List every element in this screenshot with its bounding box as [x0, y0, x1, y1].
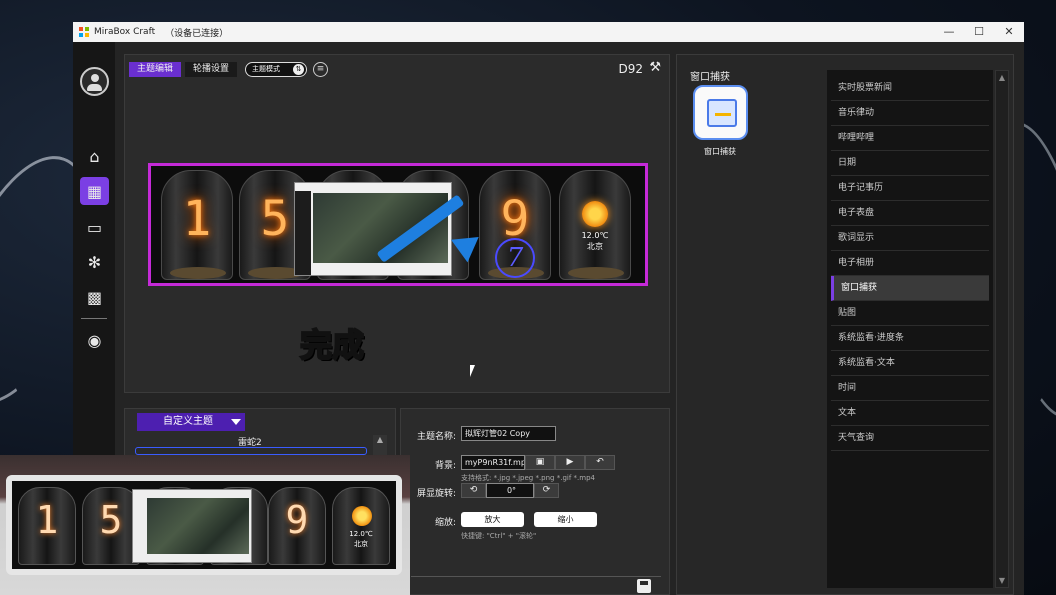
- scroll-up-icon[interactable]: ▲: [996, 73, 1008, 82]
- rotate-left-icon[interactable]: ⟲: [461, 483, 486, 498]
- rotate-right-icon[interactable]: ⟳: [534, 483, 559, 498]
- device-photo-overlay: 1 5 9 12.0℃ 北京: [0, 455, 410, 595]
- list-item[interactable]: 贴图: [831, 301, 989, 326]
- video-icon[interactable]: ▶: [555, 455, 585, 470]
- zoom-shortcut-hint: 快捷键: "Ctrl" + "滚轮": [461, 532, 537, 540]
- theme-name-input[interactable]: 拟辉灯管02 Copy: [461, 426, 556, 441]
- device-weather-temperature: 12.0℃: [349, 530, 373, 538]
- list-item[interactable]: 窗口捕获: [831, 276, 989, 301]
- title-bar: MiraBox Craft （设备已连接） — ☐ ✕: [73, 22, 1024, 42]
- close-icon[interactable]: ✕: [994, 22, 1024, 42]
- theme-editor-panel: 主题编辑 轮播设置 主题模式 ⇅ ≡ D92 ⚒ 1 5 9 12.0℃ 北京: [124, 54, 670, 393]
- theme-settings-panel: 主题名称: 拟辉灯管02 Copy 背景: myP9nR31f.mp4 ▣ ▶ …: [400, 408, 670, 595]
- chevron-down-icon: [231, 419, 241, 425]
- annotation-done-text: 完成: [299, 325, 365, 365]
- device-tube-5: 9: [268, 487, 326, 565]
- zoom-label: 缩放:: [435, 518, 457, 528]
- rotation-label: 屏显旋转:: [417, 489, 457, 499]
- capture-sidebar: [295, 191, 311, 275]
- list-item[interactable]: 时间: [831, 376, 989, 401]
- list-item[interactable]: 哔哩哔哩: [831, 126, 989, 151]
- weather-city: 北京: [587, 242, 603, 251]
- rotation-value: 0°: [486, 483, 534, 498]
- divider: [411, 576, 661, 577]
- widget-list-scrollbar[interactable]: ▲ ▼: [995, 70, 1009, 588]
- capture-app-label: 窗口捕获: [704, 147, 736, 156]
- list-item[interactable]: 音乐律动: [831, 101, 989, 126]
- toggle-knob-icon: ⇅: [293, 64, 304, 75]
- widgets-icon[interactable]: ▩: [80, 283, 109, 311]
- list-item[interactable]: 系统监看·文本: [831, 351, 989, 376]
- mouse-cursor: [470, 365, 475, 377]
- sun-icon: [582, 201, 608, 227]
- background-label: 背景:: [435, 461, 457, 471]
- tube-base: [568, 267, 624, 279]
- custom-theme-dropdown[interactable]: 自定义主题: [137, 413, 245, 431]
- sidebar-divider: [81, 318, 107, 319]
- device-weather-tube: 12.0℃ 北京: [332, 487, 390, 565]
- device-tube-digit: 5: [99, 498, 123, 542]
- window-capture-app-icon[interactable]: [693, 85, 748, 140]
- list-item[interactable]: 电子相册: [831, 251, 989, 276]
- sun-icon: [352, 506, 372, 526]
- list-item[interactable]: 天气查询: [831, 426, 989, 451]
- widget-panel: 窗口捕获 窗口捕获 实时股票新闻 音乐律动 哔哩哔哩 日期 电子记事历 电子表盘…: [676, 54, 1014, 595]
- theme-mode-label: 主题模式: [252, 65, 280, 73]
- nixie-tube-1: 1: [161, 170, 233, 280]
- list-item[interactable]: 电子表盘: [831, 201, 989, 226]
- list-item[interactable]: 文本: [831, 401, 989, 426]
- device-weather-city: 北京: [354, 540, 368, 548]
- undo-icon[interactable]: ↶: [585, 455, 615, 470]
- physical-device-screen: 1 5 9 12.0℃ 北京: [6, 475, 402, 575]
- list-item[interactable]: 实时股票新闻: [831, 76, 989, 101]
- scroll-down-icon[interactable]: ▼: [996, 576, 1008, 585]
- device-tube-digit: 9: [285, 498, 309, 542]
- device-tube-digit: 1: [35, 498, 59, 542]
- app-logo-icon: [79, 27, 89, 37]
- theme-mode-toggle[interactable]: 主题模式 ⇅: [245, 62, 307, 77]
- list-item[interactable]: 电子记事历: [831, 176, 989, 201]
- avatar[interactable]: [80, 67, 109, 96]
- theme-item-selected[interactable]: [135, 447, 367, 455]
- menu-icon[interactable]: ≡: [313, 62, 328, 77]
- device-model: D92: [618, 62, 643, 76]
- list-item[interactable]: 日期: [831, 151, 989, 176]
- format-hint: 支持格式: *.jpg *.jpeg *.png *.gif *.mp4: [461, 474, 595, 482]
- maximize-icon[interactable]: ☐: [964, 22, 994, 42]
- capture-title: 窗口捕获: [690, 72, 730, 83]
- custom-theme-label: 自定义主题: [163, 416, 213, 427]
- connection-status: （设备已连接）: [165, 28, 229, 39]
- app-name: MiraBox Craft: [94, 27, 156, 37]
- device-capture-preview: [132, 489, 252, 563]
- widget-list: 实时股票新闻 音乐律动 哔哩哔哩 日期 电子记事历 电子表盘 歌词显示 电子相册…: [827, 70, 993, 588]
- tab-carousel[interactable]: 轮播设置: [185, 62, 238, 77]
- page-number-badge: 7: [495, 238, 535, 278]
- weather-temperature: 12.0℃: [581, 231, 609, 240]
- list-item[interactable]: 系统监看·进度条: [831, 326, 989, 351]
- home-icon[interactable]: ⌂: [80, 142, 109, 170]
- minimize-icon[interactable]: —: [934, 22, 964, 42]
- zoom-in-button[interactable]: 放大: [461, 512, 524, 527]
- tab-theme-edit[interactable]: 主题编辑: [129, 62, 182, 77]
- theme-name-label: 主题名称:: [417, 432, 457, 442]
- device-tube-1: 1: [18, 487, 76, 565]
- gamepad-icon[interactable]: ◉: [80, 326, 109, 354]
- zoom-out-button[interactable]: 缩小: [534, 512, 597, 527]
- background-file-input[interactable]: myP9nR31f.mp4: [461, 455, 525, 470]
- tools-icon[interactable]: ⚒: [649, 60, 661, 75]
- tube-digit: 1: [182, 191, 212, 247]
- weather-tube: 12.0℃ 北京: [559, 170, 631, 280]
- screen-preview[interactable]: 1 5 9 12.0℃ 北京: [148, 163, 648, 286]
- scroll-up-icon[interactable]: ▲: [373, 435, 387, 455]
- list-item[interactable]: 歌词显示: [831, 226, 989, 251]
- fan-icon[interactable]: ✻: [80, 248, 109, 276]
- theme-grid-icon[interactable]: ▦: [80, 177, 109, 205]
- folder-icon[interactable]: ▣: [525, 455, 555, 470]
- screen-icon[interactable]: ▭: [80, 213, 109, 241]
- tube-base: [170, 267, 226, 279]
- save-icon[interactable]: [637, 579, 651, 593]
